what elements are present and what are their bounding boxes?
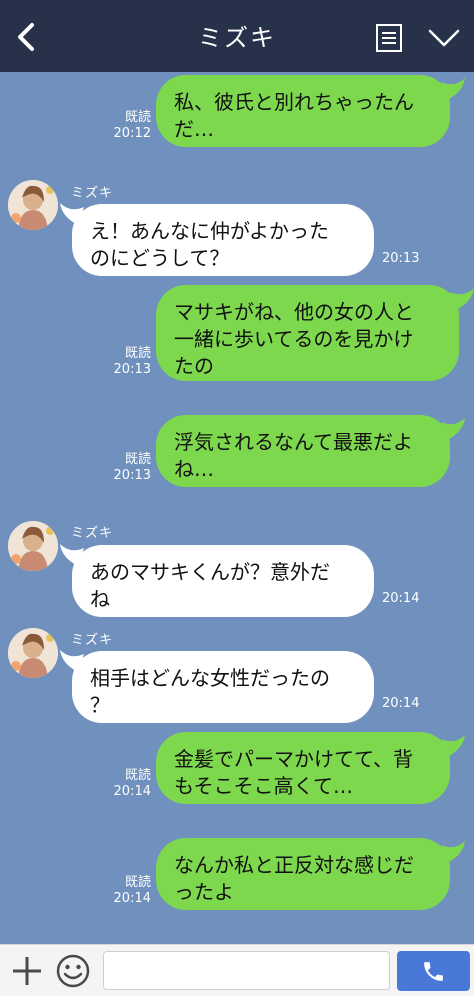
avatar-photo (8, 521, 58, 571)
avatar[interactable] (8, 521, 58, 571)
chevron-down-icon[interactable] (427, 27, 461, 49)
bubble-tail (60, 650, 84, 672)
outgoing-message-bubble[interactable]: マサキがね、他の女の人と 一緒に歩いてるのを見かけ たの (156, 285, 459, 381)
outgoing-message-bubble[interactable]: 金髪でパーマかけてて、背 もそこそこ高くて… (156, 732, 450, 804)
read-receipt: 既読 20:13 (113, 452, 151, 483)
outgoing-message-bubble[interactable]: 私、彼氏と別れちゃったん だ… (156, 75, 450, 147)
incoming-message-bubble[interactable]: 相手はどんな女性だったの ？ (72, 651, 374, 723)
smile-icon[interactable] (55, 953, 91, 989)
bubble-tail (441, 78, 465, 100)
bubble-tail (60, 544, 84, 566)
avatar-photo (8, 628, 58, 678)
avatar-photo (8, 180, 58, 230)
read-receipt: 既読 20:13 (113, 346, 151, 377)
bubble-tail (441, 841, 465, 863)
timestamp: 20:14 (382, 591, 420, 606)
incoming-message-bubble[interactable]: え！あんなに仲がよかった のにどうして？ (72, 204, 374, 276)
bubble-tail (450, 288, 474, 310)
bubble-tail (441, 735, 465, 757)
read-receipt: 既読 20:12 (113, 110, 151, 141)
timestamp: 20:14 (382, 696, 420, 711)
read-receipt: 既読 20:14 (113, 768, 151, 799)
phone-icon (424, 962, 443, 981)
timestamp: 20:13 (382, 251, 420, 266)
outgoing-message-bubble[interactable]: なんか私と正反対な感じだ ったよ (156, 838, 450, 910)
sender-name: ミズキ (71, 633, 114, 648)
message-list[interactable]: 私、彼氏と別れちゃったん だ… 既読 20:12 ミズキ え！あんなに仲がよかった… (0, 72, 474, 944)
menu-icon[interactable] (375, 23, 403, 53)
outgoing-message-bubble[interactable]: 浮気されるなんて最悪だよ ね… (156, 415, 450, 487)
read-receipt: 既読 20:14 (113, 875, 151, 906)
avatar[interactable] (8, 180, 58, 230)
avatar[interactable] (8, 628, 58, 678)
input-bar (0, 944, 474, 996)
bubble-tail (441, 418, 465, 440)
sender-name: ミズキ (71, 526, 114, 541)
sender-name: ミズキ (71, 186, 114, 201)
message-input[interactable] (103, 951, 390, 990)
plus-icon[interactable] (10, 954, 44, 988)
bubble-tail (60, 203, 84, 225)
incoming-message-bubble[interactable]: あのマサキくんが？意外だ ね (72, 545, 374, 617)
header-bar: ミズキ (0, 0, 474, 72)
call-button[interactable] (397, 951, 470, 991)
